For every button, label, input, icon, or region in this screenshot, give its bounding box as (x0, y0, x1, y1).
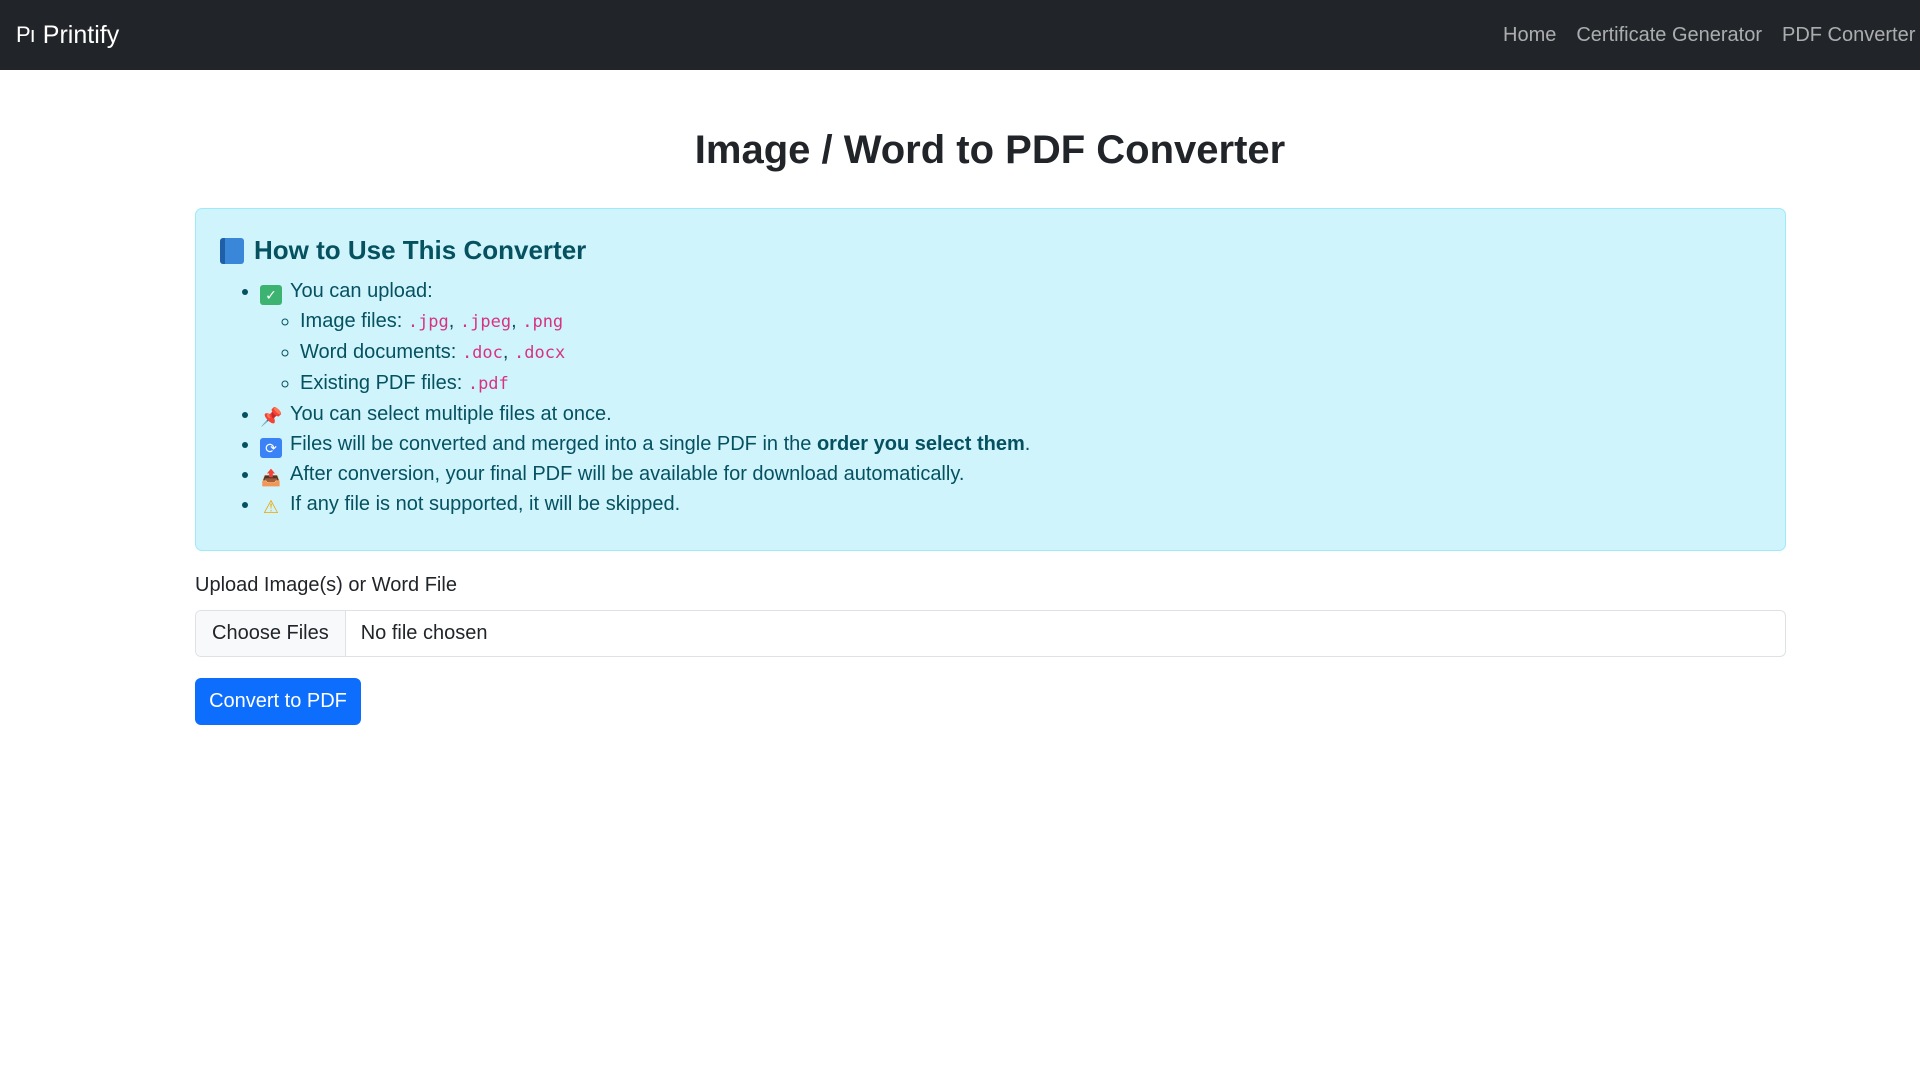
multi-select-note: You can select multiple files at once. (290, 403, 612, 425)
image-files-label: Image files: (300, 310, 403, 332)
brand-logo-icon: Pı (16, 22, 36, 47)
list-item: 📌 You can select multiple files at once. (260, 399, 1761, 429)
nav-link-home[interactable]: Home (1503, 24, 1556, 47)
list-item: Image files: .jpg, .jpeg, .png (300, 306, 1761, 337)
ext-code: .jpg (407, 312, 449, 332)
upload-intro: You can upload: (290, 280, 433, 302)
list-item: ⟳ Files will be converted and merged into… (260, 429, 1761, 459)
convert-to-pdf-button[interactable]: Convert to PDF (195, 678, 361, 725)
ext-code: .doc (461, 343, 503, 363)
upload-label: Upload Image(s) or Word File (195, 574, 457, 596)
instructions-box: How to Use This Converter ✓ You can uploa… (195, 208, 1786, 551)
nav-link-certificate-generator[interactable]: Certificate Generator (1576, 24, 1762, 47)
pdf-files-label: Existing PDF files: (300, 372, 463, 394)
ext-code: .jpeg (459, 312, 512, 332)
download-note: After conversion, your final PDF will be… (290, 463, 965, 485)
nav-links: Home Certificate Generator PDF Converter (1503, 0, 1920, 70)
list-item: ⚠ If any file is not supported, it will b… (260, 489, 1761, 519)
merge-emphasis: order you select them (816, 433, 1025, 455)
navbar: Pı Printify Home Certificate Generator P… (0, 0, 1920, 70)
page-title: Image / Word to PDF Converter (694, 128, 1286, 172)
brand[interactable]: Pı Printify (16, 0, 119, 70)
list-item: Word documents: .doc, .docx (300, 337, 1761, 368)
merge-suffix: . (1024, 433, 1031, 455)
warning-icon: ⚠ (262, 497, 280, 517)
merge-note: Files will be converted and merged into … (290, 433, 812, 455)
file-types-list: Image files: .jpg, .jpeg, .png Word docu… (260, 306, 1761, 399)
check-mark-icon: ✓ (260, 285, 282, 305)
list-item: ✓ You can upload: Image files: .jpg, .jpe… (260, 276, 1761, 399)
instructions-list: ✓ You can upload: Image files: .jpg, .jpe… (220, 276, 1761, 519)
list-item: Existing PDF files: .pdf (300, 368, 1761, 399)
file-status-text: No file chosen (360, 622, 488, 644)
instructions-heading-text: How to Use This Converter (254, 235, 587, 265)
brand-name: Printify (42, 20, 120, 49)
ext-code: .pdf (467, 374, 509, 394)
skip-note: If any file is not supported, it will be… (290, 493, 681, 515)
file-input[interactable]: Choose Files No file chosen (195, 610, 1786, 657)
pushpin-icon: 📌 (260, 407, 283, 427)
ext-code: .png (522, 312, 564, 332)
book-icon (220, 237, 244, 264)
ext-code: .docx (514, 343, 566, 363)
choose-files-button[interactable]: Choose Files (196, 611, 346, 656)
repeat-icon: ⟳ (260, 438, 282, 458)
word-docs-label: Word documents: (300, 341, 457, 363)
instructions-heading: How to Use This Converter (220, 235, 1761, 266)
nav-link-pdf-converter[interactable]: PDF Converter (1782, 24, 1915, 47)
outbox-tray-icon: 📤 (261, 470, 281, 487)
list-item: 📤 After conversion, your final PDF will b… (260, 459, 1761, 489)
